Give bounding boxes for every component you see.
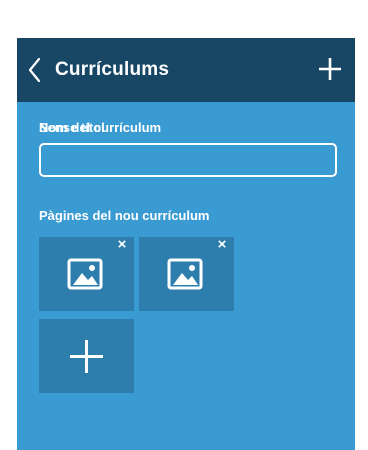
curriculum-editor-panel: Currículums Nom del currículum Sense tít… <box>17 38 355 450</box>
page-thumbnail-1[interactable]: × <box>39 237 134 311</box>
remove-page-button[interactable]: × <box>114 237 130 253</box>
add-button[interactable] <box>317 56 343 82</box>
remove-page-button[interactable]: × <box>214 237 230 253</box>
pages-section-label: Pàgines del nou currículum <box>39 208 210 223</box>
chevron-left-icon <box>28 57 41 83</box>
plus-icon <box>70 340 103 373</box>
back-button[interactable] <box>25 56 49 84</box>
left-gutter <box>0 15 17 450</box>
add-page-button[interactable] <box>39 319 134 393</box>
app-frame: Currículums Nom del currículum Sense tít… <box>0 0 368 450</box>
top-bar: Currículums <box>17 38 355 102</box>
page-title: Currículums <box>55 59 170 80</box>
curriculum-name-label-overlay: Sense títol <box>39 120 105 135</box>
image-icon <box>167 258 203 290</box>
curriculum-name-input[interactable] <box>39 143 337 177</box>
image-icon <box>67 258 103 290</box>
page-thumbnail-2[interactable]: × <box>139 237 234 311</box>
plus-icon <box>319 58 341 80</box>
